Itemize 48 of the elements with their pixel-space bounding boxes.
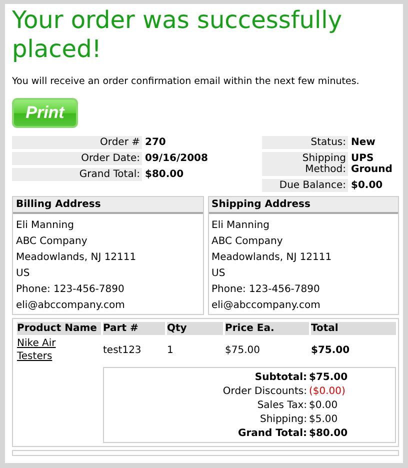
total-label: Shipping: — [259, 413, 307, 427]
address-header: Billing Address — [13, 197, 202, 214]
total-value: $75.00 — [308, 371, 348, 385]
info-label: Order Date: — [12, 152, 142, 165]
info-value: 09/16/2008 — [145, 152, 205, 165]
address-line: Meadowlands, NJ 12111 — [16, 251, 138, 265]
column-header: Qty — [167, 322, 223, 335]
info-value: $80.00 — [145, 168, 185, 181]
address-line: Meadowlands, NJ 12111 — [212, 251, 333, 265]
address-line: Phone: 123-456-7890 — [212, 283, 321, 297]
total-label: Order Discounts: — [222, 385, 307, 399]
address-line: Eli Manning — [16, 219, 75, 233]
total-value: ($0.00) — [308, 385, 346, 399]
address-line: eli@abccompany.com — [16, 299, 126, 313]
address-line: US — [16, 267, 31, 281]
table-cell-text: $75.00 — [225, 344, 261, 358]
table-cell-text: $75.00 — [311, 344, 351, 358]
product-link[interactable]: Nike Air Testers — [17, 335, 87, 363]
column-header: Price Ea. — [225, 322, 309, 335]
address-header: Shipping Address — [208, 197, 398, 214]
total-label: Subtotal: — [254, 371, 307, 385]
info-value: UPS Ground — [351, 152, 394, 176]
address-line: US — [212, 267, 226, 281]
info-label: Grand Total: — [12, 168, 142, 181]
address-line: eli@abccompany.com — [212, 299, 322, 313]
info-label: Due Balance: — [262, 179, 348, 192]
total-label: Sales Tax: — [256, 399, 307, 413]
confirmation-message: You will receive an order confirmation email within the next few minutes. — [12, 76, 360, 88]
table-cell-text: test123 — [103, 344, 142, 358]
address-line: Eli Manning — [212, 219, 270, 233]
info-value: $0.00 — [351, 179, 384, 192]
info-value: New — [351, 136, 376, 149]
column-header: Product Name — [17, 322, 101, 335]
address-line: ABC Company — [212, 235, 284, 249]
total-value: $80.00 — [308, 427, 348, 441]
total-label: Grand Total: — [237, 427, 307, 441]
column-header: Part # — [103, 322, 165, 335]
info-value: 270 — [145, 136, 167, 149]
total-value: $0.00 — [308, 399, 338, 413]
address-line: Phone: 123-456-7890 — [16, 283, 126, 297]
info-label: Status: — [262, 136, 348, 149]
address-line: ABC Company — [16, 235, 88, 249]
total-value: $5.00 — [308, 413, 338, 427]
success-heading: Your order was successfully placed! — [12, 6, 344, 64]
column-header: Total — [311, 322, 396, 335]
info-label: Shipping Method: — [262, 152, 348, 176]
table-cell-text: 1 — [167, 344, 174, 358]
info-label: Order # — [12, 136, 142, 149]
